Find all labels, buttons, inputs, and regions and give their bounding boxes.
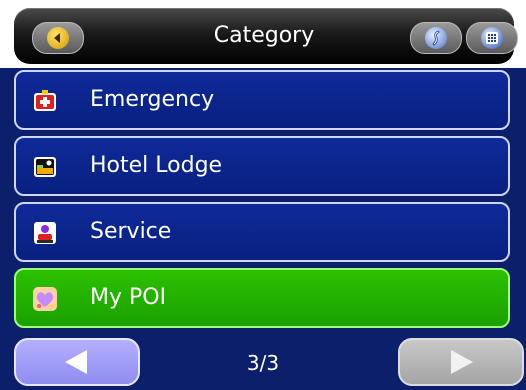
category-emergency[interactable]: Emergency: [14, 70, 510, 130]
pagination-bar: 3/3: [0, 336, 526, 390]
category-my-poi[interactable]: My POI: [14, 268, 510, 328]
my-poi-icon: [33, 287, 57, 311]
previous-page-button[interactable]: [14, 338, 140, 386]
title-bar: Category: [14, 8, 518, 64]
category-service[interactable]: Service: [14, 202, 510, 262]
category-label: Emergency: [90, 87, 215, 112]
hotel-icon: [34, 157, 56, 177]
back-button[interactable]: [32, 22, 84, 54]
emergency-icon: [34, 90, 56, 111]
category-label: Hotel Lodge: [90, 153, 223, 178]
category-label: My POI: [90, 285, 167, 310]
right-arrow-icon: [451, 350, 473, 374]
top-bar: Category: [0, 0, 526, 68]
menu-icon: [481, 27, 503, 49]
next-page-button[interactable]: [398, 338, 524, 386]
back-arrow-icon: [47, 27, 69, 49]
route-icon: [425, 27, 447, 49]
service-icon: [34, 222, 56, 244]
category-label: Service: [90, 219, 172, 244]
route-button[interactable]: [410, 22, 462, 54]
left-arrow-icon: [65, 350, 87, 374]
category-hotel-lodge[interactable]: Hotel Lodge: [14, 136, 510, 196]
menu-button[interactable]: [466, 22, 518, 54]
